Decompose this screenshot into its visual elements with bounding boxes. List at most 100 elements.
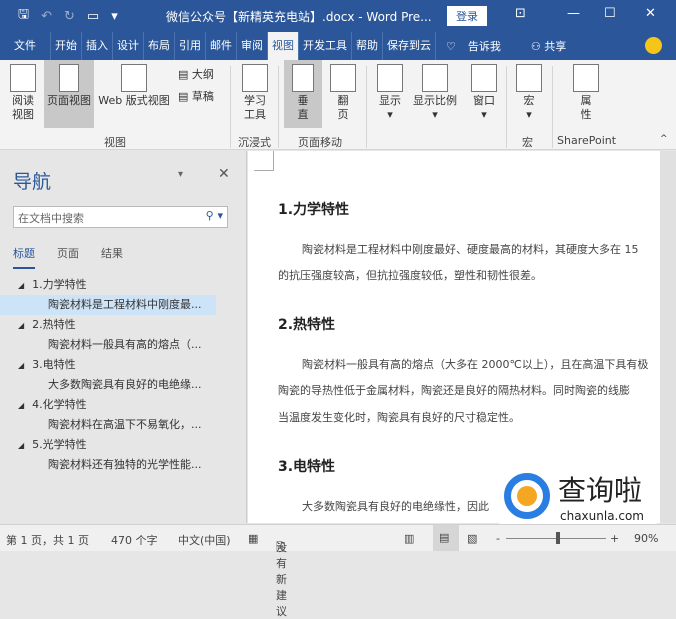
vertical-scroll-icon — [292, 64, 314, 92]
tell-me-button[interactable]: 告诉我 — [468, 38, 501, 54]
search-icon[interactable]: ⚲ ▾ — [206, 209, 223, 222]
collapse-triangle-icon[interactable]: ◢ — [18, 401, 24, 410]
outline-button[interactable]: ▤ 大纲 — [178, 68, 214, 82]
macro-icon — [516, 64, 542, 92]
heading-item[interactable]: ◢ 4.化学特性 — [0, 395, 247, 415]
subheading-item[interactable]: 陶瓷材料一般具有高的熔点（... — [0, 335, 216, 355]
side-to-side-button[interactable]: 翻页 — [326, 60, 360, 122]
paragraph-line: 的抗压强度较高，但抗拉强度较低，塑性和韧性很差。 — [278, 269, 542, 282]
zoom-in-button[interactable]: + — [610, 532, 619, 545]
subheading-item[interactable]: 陶瓷材料是工程材料中刚度最... — [0, 295, 216, 315]
read-mode-button[interactable]: 阅读视图 — [6, 60, 40, 122]
tab-save-cloud[interactable]: 保存到云 — [383, 32, 436, 60]
heading-item[interactable]: ◢ 2.热特性 — [0, 315, 247, 335]
smiley-icon[interactable] — [645, 37, 662, 54]
zoom-slider-thumb[interactable] — [556, 532, 560, 544]
tab-design[interactable]: 设计 — [113, 32, 144, 60]
tab-references[interactable]: 引用 — [175, 32, 206, 60]
redo-icon[interactable]: ↻ — [64, 9, 75, 24]
web-page-icon — [121, 64, 147, 92]
collapse-triangle-icon[interactable]: ◢ — [18, 321, 24, 330]
touch-mode-icon[interactable]: ▭ — [87, 9, 99, 24]
subheading-item[interactable]: 陶瓷材料在高温下不易氧化，... — [0, 415, 216, 435]
maximize-button[interactable]: ☐ — [604, 6, 616, 21]
web-layout-button[interactable]: Web 版式视图 — [96, 60, 172, 108]
nav-options-icon[interactable]: ▾ — [178, 169, 183, 180]
subheading-item[interactable]: 陶瓷材料还有独特的光学性能... — [0, 455, 216, 475]
learning-tools-button[interactable]: 学习工具 — [238, 60, 272, 122]
tab-insert[interactable]: 插入 — [82, 32, 113, 60]
lightbulb-icon: ♡ — [446, 39, 456, 53]
tab-results[interactable]: 结果 — [101, 245, 123, 269]
subheading-item[interactable]: 大多数陶瓷具有良好的电绝缘... — [0, 375, 216, 395]
collapse-triangle-icon[interactable]: ◢ — [18, 281, 24, 290]
nav-search-input[interactable]: 在文档中搜索 ⚲ ▾ — [13, 206, 228, 228]
show-button[interactable]: 显示 ▾ — [372, 60, 408, 122]
save-icon[interactable]: 🖫 — [18, 5, 29, 27]
ribbon-display-icon[interactable]: ⊡ — [515, 6, 526, 21]
watermark-logo: 查询啦 chaxunla.com — [498, 467, 658, 529]
navigation-pane: 导航 ▾ ✕ 在文档中搜索 ⚲ ▾ 标题 页面 结果 ◢ 1.力学特性 陶瓷材料是工… — [0, 151, 247, 523]
tab-help[interactable]: 帮助 — [352, 32, 383, 60]
read-mode-view-icon[interactable]: ▥ — [404, 532, 414, 545]
paragraph-line: 陶瓷的导热性低于金属材料，陶瓷还是良好的隔热材料。同时陶瓷的线膨 — [278, 384, 630, 397]
window-button[interactable]: 窗口 ▾ — [466, 60, 502, 122]
heading-item[interactable]: ◢ 3.电特性 — [0, 355, 247, 375]
watermark-magnifier-icon — [504, 473, 550, 519]
collapse-triangle-icon[interactable]: ◢ — [18, 441, 24, 450]
heading-1: 1.力学特性 — [278, 202, 350, 218]
page-icon — [59, 64, 79, 92]
paragraph-line: 陶瓷材料一般具有高的熔点（大多在 2000℃以上），且在高温下具有极 — [302, 358, 649, 371]
properties-button[interactable]: 属性 — [568, 60, 604, 122]
title-bar: 🖫 ↶ ↻ ▭ ▾ 微信公众号【新精英充电站】.docx - Word Pre.… — [0, 0, 676, 32]
tab-headings[interactable]: 标题 — [13, 245, 35, 269]
heading-item[interactable]: ◢ 5.光学特性 — [0, 435, 247, 455]
language[interactable]: 中文(中国) — [178, 532, 231, 548]
zoom-level[interactable]: 90% — [634, 532, 658, 545]
heading-item[interactable]: ◢ 1.力学特性 — [0, 275, 247, 295]
flip-pages-icon — [330, 64, 356, 92]
print-layout-button[interactable]: 页面视图 — [44, 60, 94, 128]
tab-mailings[interactable]: 邮件 — [206, 32, 237, 60]
learning-tools-icon — [242, 64, 268, 92]
margin-corner-mark — [254, 151, 274, 171]
close-icon[interactable]: ✕ — [218, 166, 230, 182]
web-layout-view-icon[interactable]: ▧ — [467, 532, 477, 545]
tab-home[interactable]: 开始 — [51, 32, 82, 60]
tab-pages[interactable]: 页面 — [57, 245, 79, 269]
ribbon: 阅读视图 页面视图 Web 版式视图 ▤ 大纲 ▤ 草稿 视图 学习工具 沉浸式… — [0, 60, 676, 150]
draft-button[interactable]: ▤ 草稿 — [178, 90, 214, 104]
nav-title: 导航 — [13, 171, 52, 193]
vertical-scrollbar[interactable] — [660, 151, 676, 523]
page-count[interactable]: 第 1 页，共 1 页 — [6, 532, 89, 548]
undo-icon[interactable]: ↶ — [41, 9, 52, 24]
ribbon-tabs: 文件 开始 插入 设计 布局 引用 邮件 审阅 视图 开发工具 帮助 保存到云 … — [0, 32, 676, 60]
sharepoint-icon — [573, 64, 599, 92]
heading-tree: ◢ 1.力学特性 陶瓷材料是工程材料中刚度最... ◢ 2.热特性 陶瓷材料一般具有… — [0, 275, 247, 475]
zoom-button[interactable]: 显示比例 ▾ — [410, 60, 460, 122]
heading-3: 3.电特性 — [278, 459, 336, 475]
status-bar: 第 1 页，共 1 页 470 个字 中文(中国) ▦ 🗎 没有新建议 ▥ ▤ ▧… — [0, 524, 676, 618]
book-icon — [10, 64, 36, 92]
tab-layout[interactable]: 布局 — [144, 32, 175, 60]
tab-developer[interactable]: 开发工具 — [299, 32, 352, 60]
login-button[interactable]: 登录 — [447, 6, 487, 26]
zoom-out-button[interactable]: - — [496, 532, 500, 545]
tab-review[interactable]: 审阅 — [237, 32, 268, 60]
word-count[interactable]: 470 个字 — [111, 532, 158, 548]
macro-record-icon[interactable]: ▦ — [248, 532, 258, 545]
vertical-button[interactable]: 垂直 — [284, 60, 322, 128]
customize-icon[interactable]: ▾ — [111, 9, 118, 24]
collapse-ribbon-icon[interactable]: ^ — [660, 134, 668, 144]
print-layout-view-icon[interactable]: ▤ — [433, 525, 459, 551]
macros-button[interactable]: 宏 ▾ — [512, 60, 546, 122]
collapse-triangle-icon[interactable]: ◢ — [18, 361, 24, 370]
minimize-button[interactable]: — — [567, 6, 580, 21]
show-icon — [377, 64, 403, 92]
group-macro-label: 宏 — [522, 136, 533, 149]
tab-view[interactable]: 视图 — [268, 32, 299, 60]
share-button[interactable]: ⚇ 共享 — [531, 38, 566, 54]
group-immersive-label: 沉浸式 — [238, 136, 271, 149]
close-button[interactable]: ✕ — [645, 6, 656, 21]
tab-file[interactable]: 文件 — [0, 32, 51, 60]
